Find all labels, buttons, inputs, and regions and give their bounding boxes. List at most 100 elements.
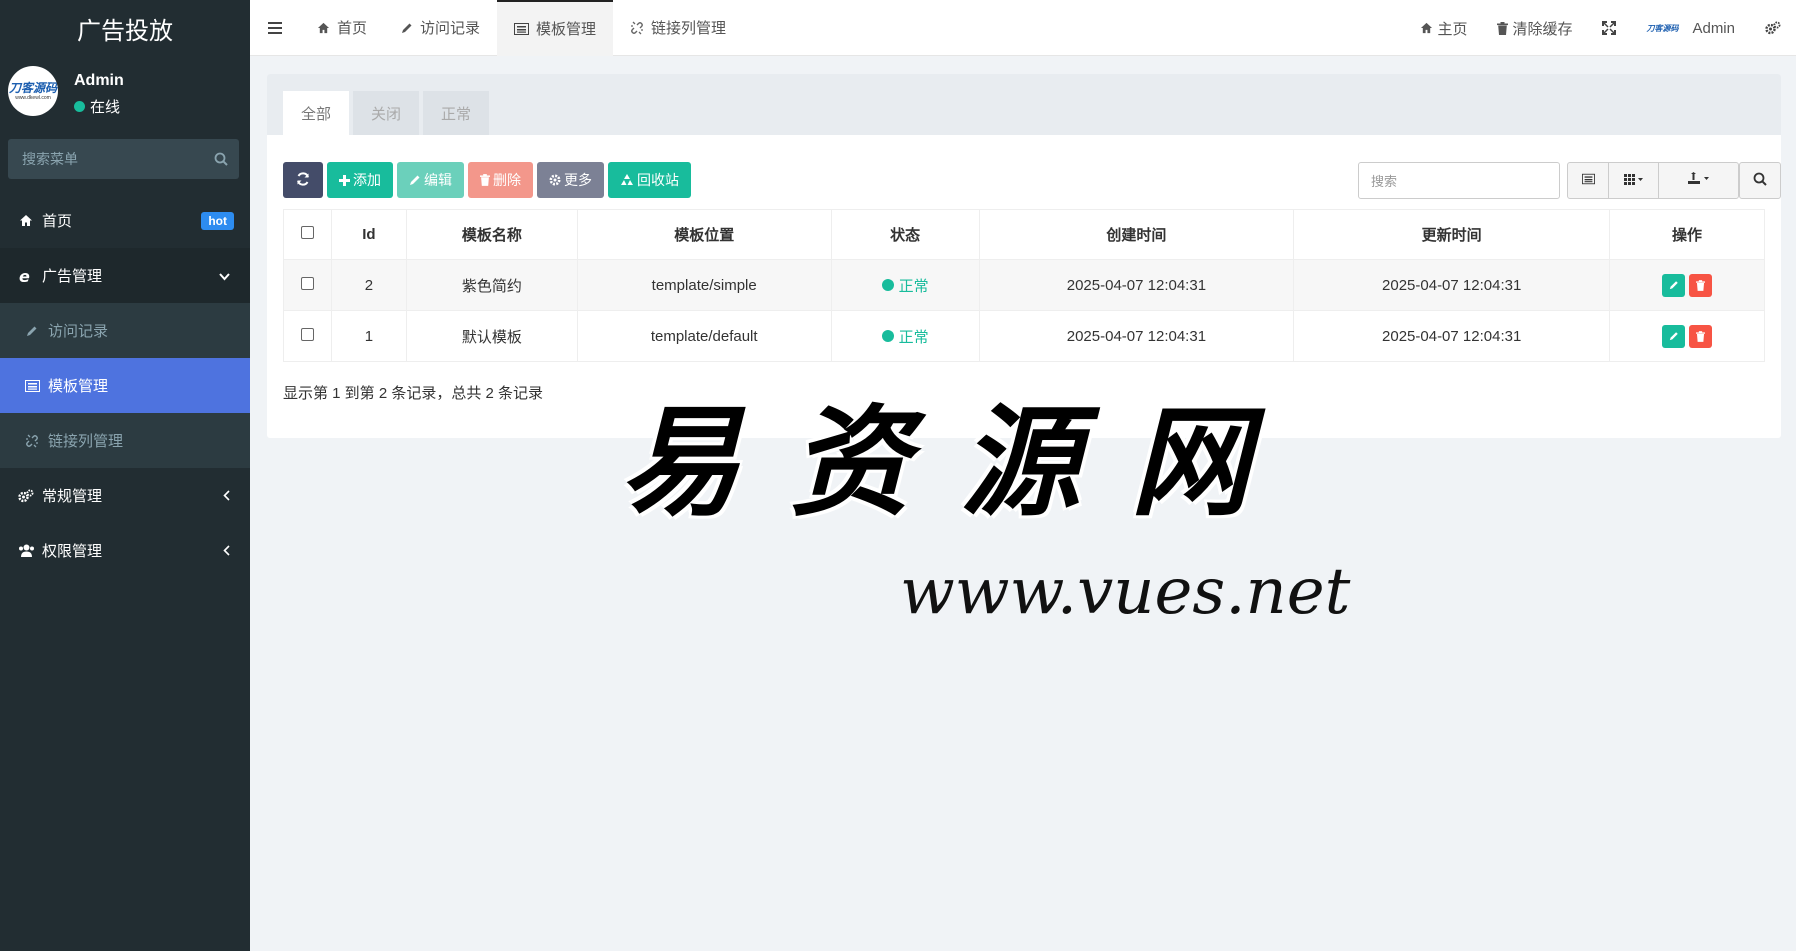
- edit-button[interactable]: 编辑: [397, 162, 464, 198]
- sidebar-item-home[interactable]: 首页 hot: [0, 193, 250, 248]
- sidebar-item-ad-management[interactable]: e 广告管理: [0, 248, 250, 303]
- menu-toggle-icon[interactable]: [250, 21, 300, 34]
- template-table: Id 模板名称 模板位置 状态 创建时间 更新时间 操作 2 紫色简约 temp…: [283, 209, 1765, 362]
- col-path[interactable]: 模板位置: [576, 209, 832, 260]
- row-actions: [1662, 273, 1713, 297]
- cell-created: 2025-04-07 12:04:31: [978, 259, 1295, 311]
- filter-tab-normal[interactable]: 正常: [423, 91, 489, 135]
- user-menu[interactable]: 刀客源码 Admin: [1631, 20, 1750, 37]
- cell-path: template/simple: [576, 259, 832, 311]
- search-button[interactable]: [1739, 162, 1781, 199]
- table-search-input[interactable]: 搜索: [1358, 162, 1560, 199]
- chevron-left-icon: [223, 488, 230, 504]
- sidebar: 广告投放 刀客源码 www.dkewl.com Admin 在线 首页 hot …: [0, 0, 250, 951]
- recycle-bin-button[interactable]: 回收站: [608, 162, 691, 198]
- home-icon: [1420, 22, 1433, 34]
- unlink-icon: [630, 21, 644, 35]
- row-checkbox[interactable]: [300, 276, 314, 290]
- toggle-view-button[interactable]: [1568, 163, 1609, 198]
- table-view-buttons: [1567, 162, 1739, 199]
- select-all-checkbox[interactable]: [300, 226, 314, 239]
- cog-icon: [549, 174, 561, 186]
- sidebar-item-visit-records[interactable]: 访问记录: [0, 303, 250, 358]
- col-id[interactable]: Id: [330, 209, 407, 260]
- tab-link-management[interactable]: 链接列管理: [613, 0, 743, 56]
- cell-id: 2: [330, 259, 407, 311]
- filter-tabs: 全部 关闭 正常: [267, 74, 1781, 135]
- row-edit-button[interactable]: [1662, 324, 1686, 348]
- pagination-info: 显示第 1 到第 2 条记录，总共 2 条记录: [283, 385, 544, 402]
- tab-template-management[interactable]: 模板管理: [497, 0, 614, 56]
- home-icon: [317, 22, 330, 34]
- trash-icon: [1497, 21, 1509, 35]
- cell-updated: 2025-04-07 12:04:31: [1293, 259, 1611, 311]
- home-icon: [16, 214, 36, 227]
- table-header-row: Id 模板名称 模板位置 状态 创建时间 更新时间 操作: [283, 209, 1765, 260]
- recycle-icon: [620, 173, 634, 187]
- tab-home[interactable]: 首页: [300, 0, 384, 56]
- export-dropdown[interactable]: [1659, 163, 1738, 198]
- refresh-button[interactable]: [283, 162, 323, 198]
- cell-name: 紫色简约: [405, 259, 578, 311]
- col-status[interactable]: 状态: [830, 209, 980, 260]
- list-alt-icon: [22, 379, 42, 392]
- col-actions: 操作: [1609, 209, 1765, 260]
- menu-search: [8, 139, 239, 179]
- ie-icon: e: [16, 268, 36, 284]
- sidebar-item-permission-management[interactable]: 权限管理: [0, 523, 250, 578]
- svg-text:e: e: [19, 268, 30, 284]
- col-created[interactable]: 创建时间: [978, 209, 1295, 260]
- sidebar-item-general-management[interactable]: 常规管理: [0, 468, 250, 523]
- settings-cogs-icon[interactable]: [1750, 21, 1796, 35]
- filter-tab-closed[interactable]: 关闭: [353, 91, 419, 135]
- status-badge[interactable]: 正常: [881, 275, 929, 296]
- sidebar-menu: 首页 hot e 广告管理 访问记录 模板管理 链接列管理 常规管理 权限管理: [0, 193, 250, 578]
- status-dot-icon: [881, 330, 894, 342]
- user-status: 在线: [74, 96, 120, 117]
- tab-visit-records[interactable]: 访问记录: [384, 0, 497, 56]
- sidebar-item-link-management[interactable]: 链接列管理: [0, 413, 250, 468]
- columns-dropdown[interactable]: [1609, 163, 1659, 198]
- unlink-icon: [22, 434, 42, 448]
- status-dot-icon: [881, 279, 894, 291]
- cell-updated: 2025-04-07 12:04:31: [1293, 310, 1611, 362]
- user-panel: 刀客源码 www.dkewl.com Admin 在线: [0, 56, 250, 128]
- sidebar-item-template-management[interactable]: 模板管理: [0, 358, 250, 413]
- more-button[interactable]: 更多: [537, 162, 604, 198]
- chevron-left-icon: [223, 543, 230, 559]
- status-badge[interactable]: 正常: [881, 326, 929, 347]
- list-alt-icon: [514, 22, 530, 35]
- app-title: 广告投放: [77, 17, 173, 45]
- fullscreen-icon[interactable]: [1587, 21, 1631, 35]
- topbar-right: 主页 清除缓存 刀客源码 Admin: [1405, 0, 1796, 56]
- row-edit-button[interactable]: [1662, 273, 1686, 297]
- select-all-header: [283, 209, 332, 260]
- cogs-icon: [16, 489, 36, 503]
- home-link[interactable]: 主页: [1405, 18, 1482, 39]
- chevron-down-icon: [219, 268, 230, 284]
- clear-cache-button[interactable]: 清除缓存: [1482, 18, 1587, 39]
- list-alt-icon: [1581, 172, 1595, 189]
- menu-search-input[interactable]: [8, 151, 203, 167]
- delete-button[interactable]: 删除: [468, 162, 533, 198]
- cell-id: 1: [330, 310, 407, 362]
- cell-created: 2025-04-07 12:04:31: [978, 310, 1295, 362]
- online-dot-icon: [74, 101, 85, 112]
- trash-icon: [480, 174, 490, 186]
- user-name: Admin: [74, 72, 124, 89]
- pencil-icon: [409, 174, 421, 186]
- col-updated[interactable]: 更新时间: [1293, 209, 1611, 260]
- content-panel: 全部 关闭 正常 添加 编辑 删除 更多 回收站 搜索 Id 模板名称 模板位置…: [267, 74, 1781, 438]
- export-icon: [1687, 172, 1711, 189]
- col-name[interactable]: 模板名称: [405, 209, 578, 260]
- users-icon: [16, 544, 36, 557]
- row-delete-button[interactable]: [1689, 273, 1713, 297]
- watermark-url: www.vues.net: [900, 555, 1351, 629]
- pencil-icon: [22, 325, 42, 337]
- search-icon: [1753, 172, 1767, 190]
- add-button[interactable]: 添加: [327, 162, 393, 198]
- row-delete-button[interactable]: [1689, 324, 1713, 348]
- row-checkbox[interactable]: [300, 327, 314, 341]
- filter-tab-all[interactable]: 全部: [283, 91, 349, 135]
- search-icon[interactable]: [203, 152, 239, 166]
